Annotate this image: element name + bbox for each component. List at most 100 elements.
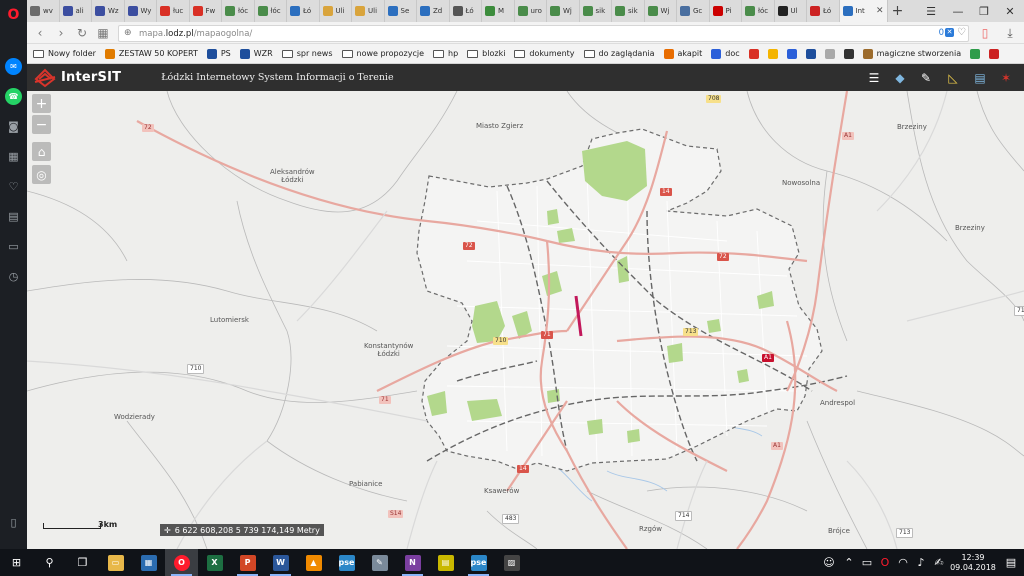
- battery-button[interactable]: ▭: [858, 549, 876, 576]
- tabs-grid-button[interactable]: ▦: [95, 25, 111, 41]
- browser-tab[interactable]: Pi: [710, 0, 742, 22]
- browser-tab[interactable]: sik: [580, 0, 612, 22]
- opera-tray-button[interactable]: O: [876, 549, 894, 576]
- browser-tab[interactable]: Se: [385, 0, 417, 22]
- bookmark-item[interactable]: hp: [433, 49, 458, 58]
- bookmark-item[interactable]: [805, 48, 816, 59]
- browser-tab[interactable]: Fw: [190, 0, 222, 22]
- browser-tab[interactable]: Gc: [677, 0, 710, 22]
- print-icon[interactable]: ▤: [970, 68, 990, 88]
- intersit-menu-icon[interactable]: ✶: [996, 68, 1016, 88]
- browser-tab[interactable]: łóc: [222, 0, 255, 22]
- measure-icon[interactable]: ◺: [943, 68, 963, 88]
- bookmark-heart-icon[interactable]: ♡: [957, 27, 966, 38]
- bookmark-item[interactable]: nowe propozycje: [341, 49, 424, 58]
- browser-tab[interactable]: Wj: [547, 0, 580, 22]
- zoom-in-button[interactable]: +: [32, 94, 51, 113]
- map-view[interactable]: Miasto Zgierz Brzeziny Aleksandrów Łódzk…: [27, 91, 1024, 549]
- home-extent-button[interactable]: ⌂: [32, 142, 51, 161]
- sidebar-toggle-icon[interactable]: ▯: [5, 514, 22, 531]
- url-field[interactable]: ⊕ mapa. lodz.pl/mapaogolna/ 0 ✕ ♡: [118, 25, 969, 42]
- browser-tab[interactable]: Wy: [125, 0, 157, 22]
- vpn-icon[interactable]: ✕: [945, 28, 954, 37]
- browser-tab[interactable]: Wj: [645, 0, 677, 22]
- bookmark-item[interactable]: WZR: [239, 48, 273, 59]
- bookmark-item[interactable]: akapit: [663, 48, 702, 59]
- browser-tab[interactable]: wv: [27, 0, 60, 22]
- browser-tab[interactable]: łuc: [157, 0, 190, 22]
- tray-overflow-button[interactable]: ⌃: [840, 549, 858, 576]
- taskbar-store[interactable]: ▦: [132, 549, 165, 576]
- snapshot-icon[interactable]: ▯: [977, 25, 993, 41]
- search-button[interactable]: ⚲: [33, 549, 66, 576]
- bookmark-item[interactable]: doc: [711, 48, 740, 59]
- tabs-icon[interactable]: ▭: [5, 238, 22, 255]
- news-icon[interactable]: ▤: [5, 208, 22, 225]
- restore-button[interactable]: ❐: [971, 0, 997, 22]
- browser-tab[interactable]: Wz: [92, 0, 125, 22]
- bookmark-item[interactable]: [824, 48, 835, 59]
- browser-tab[interactable]: łóc: [742, 0, 775, 22]
- new-tab-button[interactable]: +: [888, 0, 908, 22]
- taskbar-powerpoint[interactable]: P: [231, 549, 264, 576]
- messenger-icon[interactable]: ✉: [5, 58, 22, 75]
- browser-tab[interactable]: Zd: [417, 0, 450, 22]
- browser-tab[interactable]: Łó: [450, 0, 482, 22]
- taskbar-vlc[interactable]: ▲: [297, 549, 330, 576]
- back-button[interactable]: ‹: [32, 25, 48, 41]
- people-button[interactable]: ☺: [818, 549, 840, 576]
- task-view-button[interactable]: ❐: [66, 549, 99, 576]
- taskbar-explorer[interactable]: ▭: [99, 549, 132, 576]
- reload-button[interactable]: ↻: [74, 25, 90, 41]
- browser-tab[interactable]: łóc: [255, 0, 287, 22]
- opera-menu-icon[interactable]: O: [5, 6, 22, 23]
- minimize-button[interactable]: —: [945, 0, 971, 22]
- browser-tab[interactable]: Int ✕: [839, 0, 888, 22]
- heart-icon[interactable]: ♡: [5, 178, 22, 195]
- bookmark-item[interactable]: PS: [206, 48, 231, 59]
- browser-tab[interactable]: ali: [60, 0, 92, 22]
- browser-tab[interactable]: Ul: [775, 0, 807, 22]
- zoom-out-button[interactable]: −: [32, 115, 51, 134]
- basemap-icon[interactable]: ◆: [890, 68, 910, 88]
- browser-tab[interactable]: sik: [612, 0, 645, 22]
- bookmark-item[interactable]: blozki: [467, 49, 505, 58]
- bookmark-item[interactable]: [970, 48, 981, 59]
- tab-menu-icon[interactable]: ☰: [918, 0, 944, 22]
- locate-button[interactable]: ◎: [32, 165, 51, 184]
- start-button[interactable]: ⊞: [0, 549, 33, 576]
- language-button[interactable]: ✍: [930, 549, 948, 576]
- browser-tab[interactable]: Łó: [287, 0, 320, 22]
- camera-icon[interactable]: ◙: [5, 118, 22, 135]
- bookmark-item[interactable]: [989, 48, 1000, 59]
- close-window-button[interactable]: ✕: [997, 0, 1023, 22]
- browser-tab[interactable]: Uli: [320, 0, 352, 22]
- bookmark-item[interactable]: [786, 48, 797, 59]
- taskbar-app[interactable]: ✎: [363, 549, 396, 576]
- bookmark-item[interactable]: spr news: [281, 49, 333, 58]
- forward-button[interactable]: ›: [53, 25, 69, 41]
- browser-tab[interactable]: uro: [515, 0, 547, 22]
- taskbar-opera[interactable]: O: [165, 549, 198, 576]
- close-tab-icon[interactable]: ✕: [876, 6, 884, 16]
- taskbar-photos[interactable]: ▨: [495, 549, 528, 576]
- browser-tab[interactable]: M: [482, 0, 515, 22]
- whatsapp-icon[interactable]: ☎: [5, 88, 22, 105]
- browser-tab[interactable]: Uli: [352, 0, 385, 22]
- bookmark-item[interactable]: [843, 48, 854, 59]
- bookmark-item[interactable]: [748, 48, 759, 59]
- history-icon[interactable]: ◷: [5, 268, 22, 285]
- taskbar-word[interactable]: W: [264, 549, 297, 576]
- taskbar-pse[interactable]: pse: [330, 549, 363, 576]
- map-canvas[interactable]: [27, 91, 1024, 549]
- bookmark-item[interactable]: magiczne stworzenia: [862, 48, 961, 59]
- download-icon[interactable]: ⤓: [1002, 25, 1018, 41]
- tools-icon[interactable]: ✎: [916, 68, 936, 88]
- action-center-button[interactable]: ▤: [998, 549, 1024, 576]
- taskbar-pse2[interactable]: pse: [462, 549, 495, 576]
- network-button[interactable]: ◠: [894, 549, 912, 576]
- layers-list-icon[interactable]: ☰: [864, 68, 884, 88]
- bookmark-item[interactable]: Nowy folder: [33, 49, 96, 58]
- volume-button[interactable]: ♪: [912, 549, 930, 576]
- browser-tab[interactable]: Łó: [807, 0, 840, 22]
